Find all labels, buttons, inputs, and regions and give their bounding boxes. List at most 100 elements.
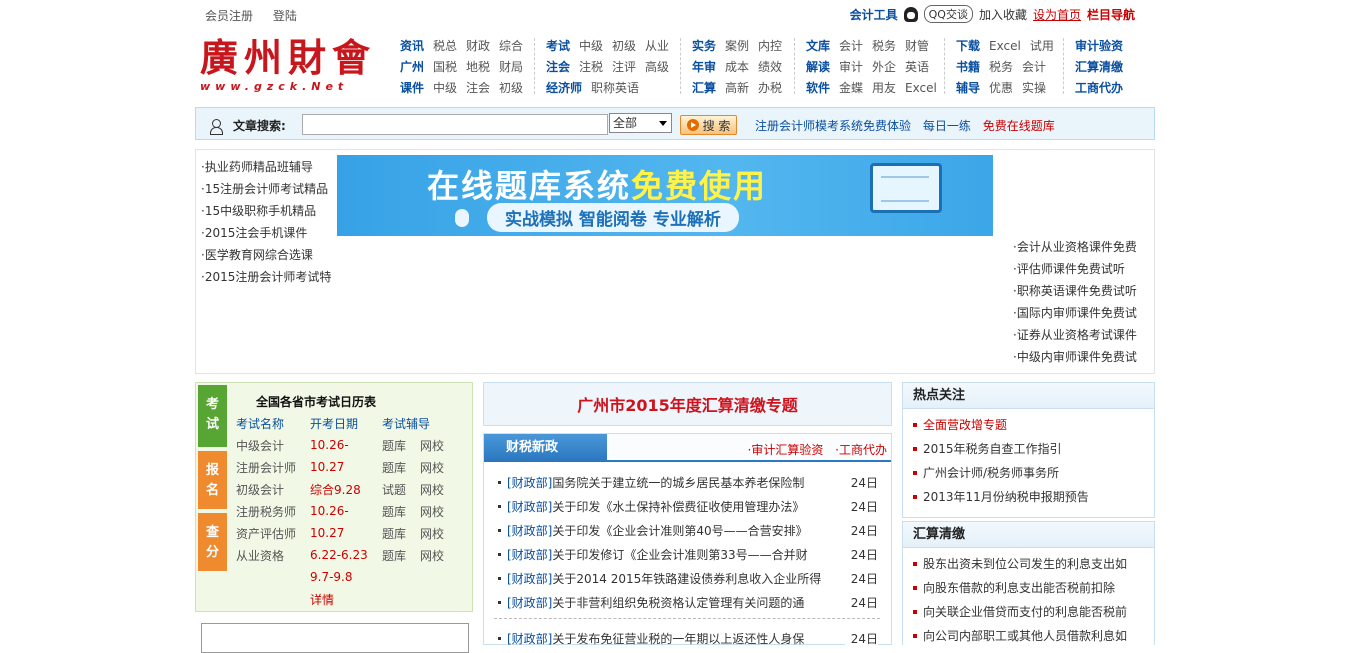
nav-link[interactable]: Excel [989, 39, 1021, 53]
exam-resource-link[interactable]: 题库 [382, 456, 420, 478]
nav-category-link[interactable]: 工商代办 [1075, 81, 1123, 95]
nav-category-link[interactable]: 课件 [400, 81, 424, 95]
nav-link[interactable]: 优惠 [989, 81, 1013, 95]
exam-resource-link[interactable]: 题库 [382, 522, 420, 544]
nav-category-link[interactable]: 下载 [956, 39, 980, 53]
nav-link[interactable]: 税总 [433, 39, 457, 53]
nav-category-link[interactable]: 汇算清缴 [1075, 60, 1123, 74]
nav-link[interactable]: 注税 [579, 60, 603, 74]
tab-link-business-agency[interactable]: ·工商代办 [835, 443, 887, 457]
promo-link[interactable]: ·2015注册会计师考试特 [201, 266, 331, 288]
nav-link[interactable]: 中级 [579, 39, 603, 53]
nav-link[interactable]: 注评 [612, 60, 636, 74]
nav-link[interactable]: 实操 [1022, 81, 1046, 95]
quick-link-free-bank[interactable]: 免费在线题库 [983, 119, 1055, 133]
nav-link[interactable]: 财管 [905, 39, 929, 53]
promo-link[interactable]: ·职称英语课件免费试听 [1013, 280, 1137, 302]
nav-link[interactable]: 英语 [905, 60, 929, 74]
section-nav-link[interactable]: 栏目导航 [1087, 6, 1135, 23]
tab-score[interactable]: 查分 [198, 513, 227, 571]
exam-school-link[interactable]: 网校 [420, 544, 458, 566]
nav-category-link[interactable]: 广州 [400, 60, 424, 74]
promo-link[interactable]: ·15中级职称手机精品 [201, 200, 331, 222]
qq-chat-button[interactable]: QQ交谈 [923, 5, 973, 23]
question-bank-banner[interactable]: 在线题库系统免费使用 实战模拟 智能阅卷 专业解析 [337, 155, 993, 236]
nav-link[interactable]: 注会 [466, 81, 490, 95]
search-input[interactable] [302, 114, 608, 135]
exam-school-link[interactable]: 网校 [420, 478, 458, 500]
news-item[interactable]: [财政部]国务院关于建立统一的城乡居民基本养老保险制 24日 [494, 471, 884, 495]
promo-link[interactable]: ·医学教育网综合选课 [201, 244, 331, 266]
nav-link[interactable]: 办税 [758, 81, 782, 95]
search-category-select[interactable]: 全部 [609, 113, 672, 133]
nav-link[interactable]: 成本 [725, 60, 749, 74]
settlement-item[interactable]: 向关联企业借贷而支付的利息能否税前 [911, 600, 1154, 624]
nav-link[interactable]: 审计 [839, 60, 863, 74]
special-topic-banner[interactable]: 广州市2015年度汇算清缴专题 [483, 382, 892, 426]
promo-link[interactable]: ·评估师课件免费试听 [1013, 258, 1137, 280]
nav-link[interactable]: 绩效 [758, 60, 782, 74]
nav-link[interactable]: 税务 [872, 39, 896, 53]
exam-school-link[interactable]: 网校 [420, 434, 458, 456]
exam-school-link[interactable] [420, 566, 458, 588]
nav-category-link[interactable]: 文库 [806, 39, 830, 53]
exam-school-link[interactable]: 网校 [420, 522, 458, 544]
nav-link[interactable]: 财政 [466, 39, 490, 53]
nav-link[interactable]: 地税 [466, 60, 490, 74]
quick-link-mock-exam[interactable]: 注册会计师模考系统免费体验 [755, 119, 911, 133]
exam-resource-link[interactable]: 题库 [382, 544, 420, 566]
tab-link-audit[interactable]: ·审计汇算验资 [748, 443, 824, 457]
nav-category-link[interactable]: 解读 [806, 60, 830, 74]
nav-link[interactable]: 职称英语 [591, 81, 639, 95]
hot-topic-item[interactable]: 全面营改增专题 [911, 413, 1154, 437]
nav-link[interactable]: 案例 [725, 39, 749, 53]
news-item[interactable]: [财政部]关于2014 2015年铁路建设债券利息收入企业所得 24日 [494, 567, 884, 591]
nav-category-link[interactable]: 审计验资 [1075, 39, 1123, 53]
nav-category-link[interactable]: 考试 [546, 39, 570, 53]
exam-school-link[interactable]: 网校 [420, 500, 458, 522]
set-homepage-link[interactable]: 设为首页 [1033, 6, 1081, 23]
news-item[interactable]: [财政部]关于发布免征营业税的一年期以上返还性人身保 24日 [494, 627, 884, 651]
exam-school-link[interactable]: 网校 [420, 456, 458, 478]
nav-link[interactable]: Excel [905, 81, 937, 95]
tab-tax-policy[interactable]: 财税新政 [484, 434, 607, 462]
promo-link[interactable]: ·中级内审师课件免费试 [1013, 346, 1137, 368]
news-item[interactable]: [财政部]关于印发《企业会计准则第40号——合营安排》 24日 [494, 519, 884, 543]
promo-link[interactable]: ·15注册会计师考试精品 [201, 178, 331, 200]
nav-link[interactable]: 试用 [1030, 39, 1054, 53]
nav-category-link[interactable]: 辅导 [956, 81, 980, 95]
nav-link[interactable]: 高新 [725, 81, 749, 95]
settlement-item[interactable]: 向股东借款的利息支出能否税前扣除 [911, 576, 1154, 600]
nav-link[interactable]: 初级 [612, 39, 636, 53]
register-link[interactable]: 会员注册 [205, 9, 253, 23]
exam-resource-link[interactable] [382, 588, 420, 610]
settlement-item[interactable]: 向公司内部职工或其他人员借款利息如 [911, 624, 1154, 648]
promo-link[interactable]: ·2015注会手机课件 [201, 222, 331, 244]
nav-category-link[interactable]: 年审 [692, 60, 716, 74]
nav-link[interactable]: 初级 [499, 81, 523, 95]
accounting-tools-link[interactable]: 会计工具 [850, 6, 898, 23]
hot-topic-item[interactable]: 2015年税务自查工作指引 [911, 437, 1154, 461]
site-logo[interactable]: 廣州財會 www.gzck.Net [200, 36, 380, 96]
hot-topic-item[interactable]: 2013年11月份纳税申报期预告 [911, 485, 1154, 509]
login-link[interactable]: 登陆 [273, 9, 297, 23]
nav-link[interactable]: 中级 [433, 81, 457, 95]
nav-link[interactable]: 财局 [499, 60, 523, 74]
news-item[interactable]: [财政部]关于印发《水土保持补偿费征收使用管理办法》 24日 [494, 495, 884, 519]
nav-link[interactable]: 税务 [989, 60, 1013, 74]
nav-category-link[interactable]: 软件 [806, 81, 830, 95]
tab-register[interactable]: 报名 [198, 451, 227, 509]
nav-category-link[interactable]: 实务 [692, 39, 716, 53]
nav-category-link[interactable]: 书籍 [956, 60, 980, 74]
nav-link[interactable]: 综合 [499, 39, 523, 53]
nav-link[interactable]: 从业 [645, 39, 669, 53]
hot-topic-item[interactable]: 广州会计师/税务师事务所 [911, 461, 1154, 485]
exam-resource-link[interactable]: 题库 [382, 434, 420, 456]
news-item[interactable]: [财政部]关于印发修订《企业会计准则第33号——合并财 24日 [494, 543, 884, 567]
tab-exam[interactable]: 考试 [198, 385, 227, 447]
exam-school-link[interactable] [420, 588, 458, 610]
exam-resource-link[interactable]: 题库 [382, 500, 420, 522]
promo-link[interactable]: ·国际内审师课件免费试 [1013, 302, 1137, 324]
nav-category-link[interactable]: 注会 [546, 60, 570, 74]
nav-link[interactable]: 会计 [839, 39, 863, 53]
